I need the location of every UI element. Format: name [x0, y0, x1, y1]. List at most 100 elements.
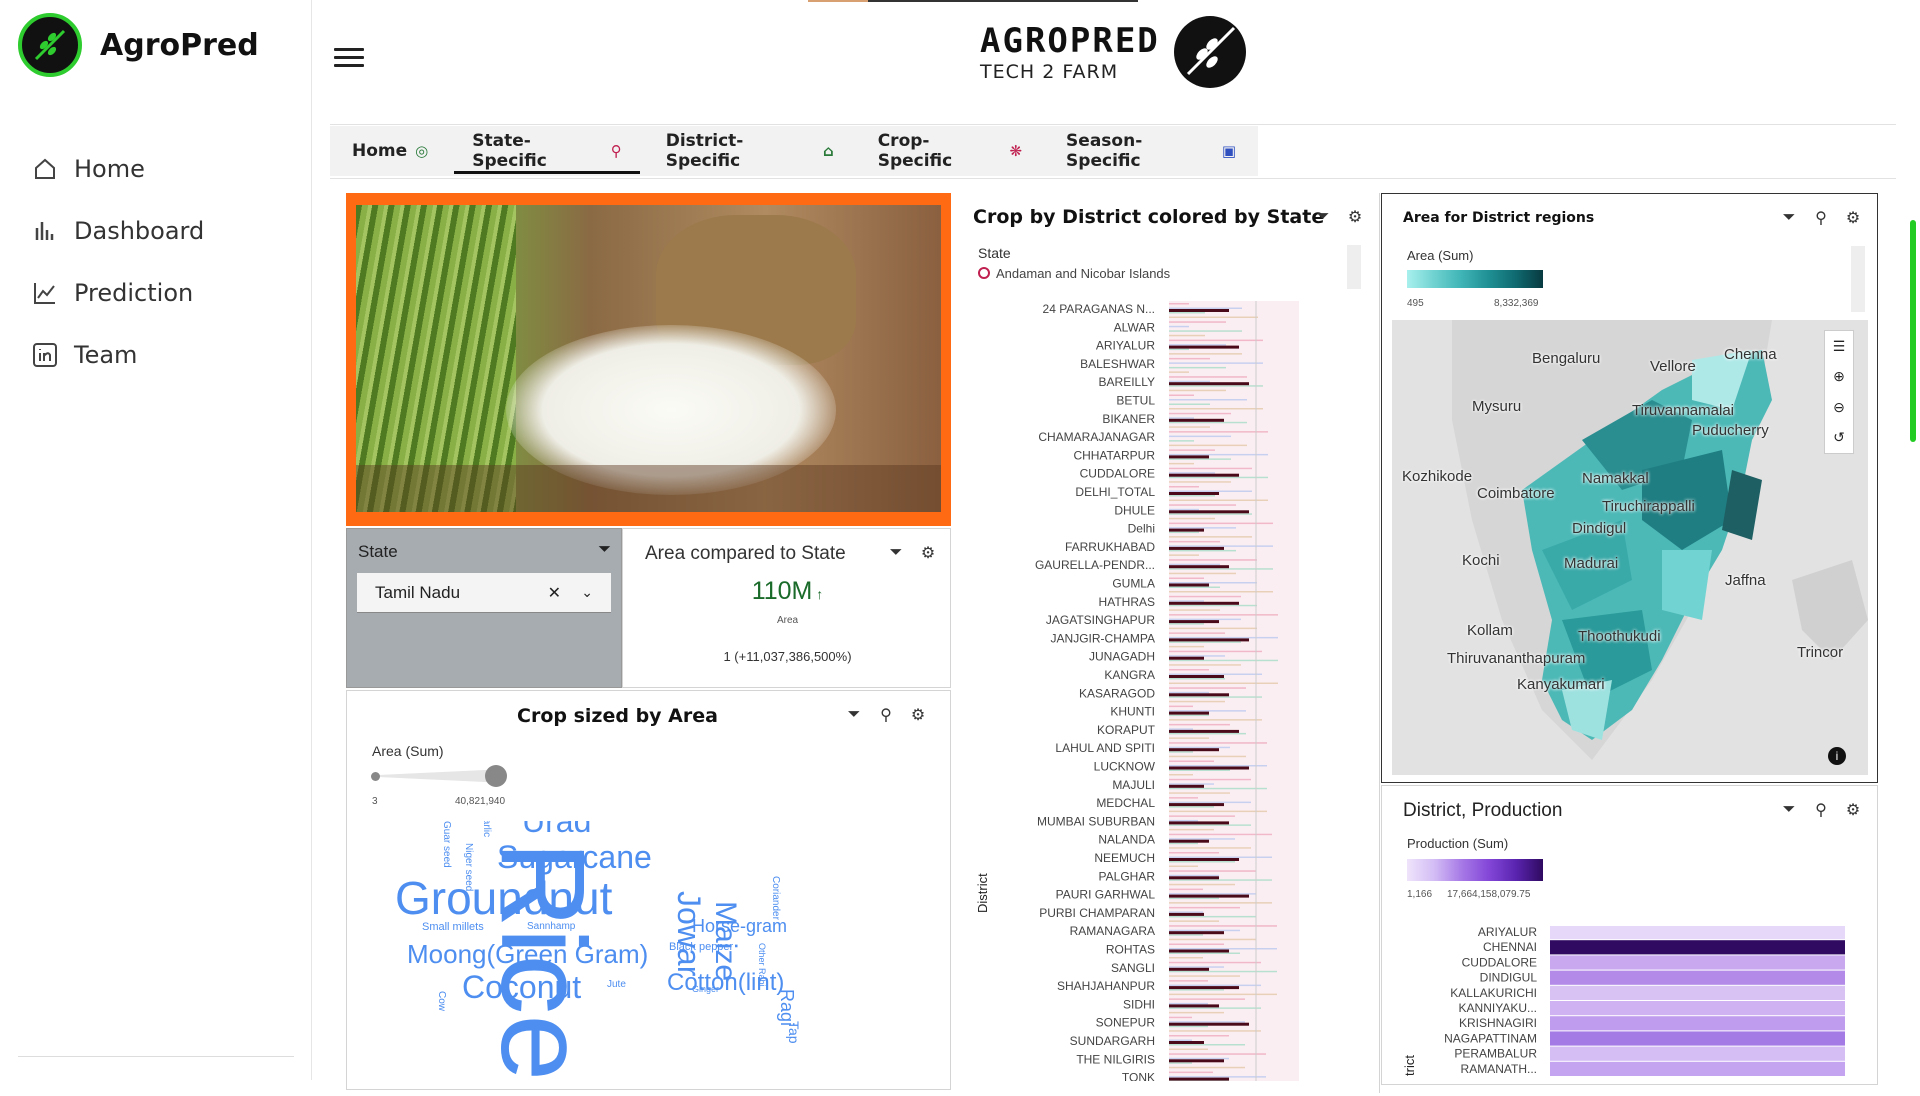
bar[interactable]: [1169, 385, 1263, 387]
bar[interactable]: [1169, 463, 1194, 465]
bar[interactable]: [1169, 770, 1230, 772]
bar[interactable]: [1169, 788, 1267, 790]
bar[interactable]: [1169, 344, 1226, 346]
bar[interactable]: [1169, 693, 1229, 696]
bar[interactable]: [1169, 651, 1262, 653]
bar[interactable]: [1169, 1026, 1208, 1028]
bar[interactable]: [1169, 783, 1214, 785]
bar[interactable]: [1169, 664, 1241, 666]
bar[interactable]: [1169, 968, 1209, 971]
bar[interactable]: [1169, 564, 1220, 566]
bar[interactable]: [1169, 934, 1203, 936]
prod-bar[interactable]: [1550, 986, 1845, 1000]
layers-icon[interactable]: ☰: [1833, 338, 1846, 355]
word-cloud-word[interactable]: Guar seed: [441, 821, 452, 868]
bar[interactable]: [1169, 724, 1230, 726]
bar[interactable]: [1169, 657, 1204, 660]
chevron-down-icon[interactable]: ⌄: [581, 584, 593, 601]
word-cloud-word[interactable]: Rice: [474, 841, 612, 1081]
bar[interactable]: [1169, 1021, 1245, 1023]
bar[interactable]: [1169, 509, 1199, 511]
bar[interactable]: [1169, 834, 1272, 836]
bar[interactable]: [1169, 1044, 1245, 1046]
bar[interactable]: [1169, 321, 1226, 323]
bar[interactable]: [1169, 715, 1209, 717]
bar[interactable]: [1169, 523, 1273, 525]
bar[interactable]: [1169, 742, 1267, 744]
bar[interactable]: [1169, 930, 1240, 932]
bar[interactable]: [1169, 1035, 1229, 1037]
bar[interactable]: [1169, 803, 1224, 806]
bar[interactable]: [1169, 408, 1263, 410]
bar[interactable]: [1169, 797, 1198, 799]
bar[interactable]: [1169, 417, 1194, 419]
bar[interactable]: [1169, 748, 1219, 751]
bar[interactable]: [1169, 913, 1204, 916]
bar[interactable]: [1169, 756, 1246, 758]
bar[interactable]: [1169, 838, 1235, 840]
bar[interactable]: [1169, 765, 1267, 767]
bar[interactable]: [1169, 847, 1251, 849]
bar[interactable]: [1169, 565, 1229, 568]
settings-icon[interactable]: ⚙: [908, 705, 928, 725]
bar[interactable]: [1169, 692, 1209, 694]
bar[interactable]: [1169, 733, 1246, 735]
bar[interactable]: [1169, 330, 1242, 332]
bar[interactable]: [1169, 532, 1199, 534]
bar[interactable]: [1169, 529, 1204, 532]
bar[interactable]: [1169, 619, 1241, 621]
word-cloud-word[interactable]: Jowar: [670, 891, 707, 976]
tab-state-specific[interactable]: State-Specific ⚲: [450, 126, 643, 176]
bar[interactable]: [1169, 481, 1231, 483]
bar[interactable]: [1169, 573, 1236, 575]
bar[interactable]: [1169, 931, 1224, 934]
bar[interactable]: [1169, 986, 1239, 989]
legend-scrollbar[interactable]: [1347, 245, 1361, 289]
map-canvas[interactable]: ☰ ⊕ ⊖ ↺ i BengaluruVelloreChennaMysuruTi…: [1392, 320, 1868, 775]
bar[interactable]: [1169, 815, 1235, 817]
bar[interactable]: [1169, 1023, 1249, 1026]
bar[interactable]: [1169, 632, 1225, 634]
bar[interactable]: [1169, 907, 1240, 909]
bar[interactable]: [1169, 852, 1219, 854]
bar[interactable]: [1169, 792, 1230, 794]
bar[interactable]: [1169, 495, 1215, 497]
bar[interactable]: [1169, 1062, 1192, 1064]
bar[interactable]: [1169, 1017, 1192, 1019]
bar[interactable]: [1169, 1058, 1229, 1060]
sidebar-item-home[interactable]: Home: [32, 138, 204, 200]
bar[interactable]: [1169, 623, 1204, 625]
bar[interactable]: [1169, 376, 1247, 378]
bar[interactable]: [1169, 802, 1251, 804]
bar[interactable]: [1169, 994, 1277, 996]
bar[interactable]: [1169, 998, 1245, 1000]
bar[interactable]: [1169, 349, 1189, 351]
bar[interactable]: [1169, 504, 1236, 506]
bar[interactable]: [1169, 641, 1241, 643]
bar[interactable]: [1169, 582, 1257, 584]
bar[interactable]: [1169, 637, 1278, 639]
bar[interactable]: [1169, 468, 1252, 470]
bar[interactable]: [1169, 767, 1249, 770]
prod-bar[interactable]: [1550, 1062, 1845, 1076]
bar[interactable]: [1169, 824, 1251, 826]
info-icon[interactable]: i: [1828, 747, 1846, 765]
state-select[interactable]: Tamil Nadu ✕ ⌄: [357, 573, 611, 613]
zoom-out-icon[interactable]: ⊖: [1833, 399, 1845, 416]
bar[interactable]: [1169, 712, 1209, 715]
bar[interactable]: [1169, 578, 1204, 580]
bar[interactable]: [1169, 491, 1252, 493]
bar[interactable]: [1169, 944, 1224, 946]
sidebar-item-prediction[interactable]: Prediction: [32, 262, 204, 324]
bar[interactable]: [1169, 687, 1246, 689]
bar[interactable]: [1169, 362, 1263, 364]
bar[interactable]: [1169, 1049, 1208, 1051]
bar[interactable]: [1169, 308, 1242, 310]
bar[interactable]: [1169, 500, 1268, 502]
bar[interactable]: [1169, 1067, 1245, 1069]
bar[interactable]: [1169, 445, 1247, 447]
bar[interactable]: [1169, 989, 1224, 991]
lightbulb-icon[interactable]: ⚲: [1811, 208, 1831, 228]
map-legend-scrollbar[interactable]: [1851, 246, 1865, 312]
bar[interactable]: [1169, 628, 1257, 630]
